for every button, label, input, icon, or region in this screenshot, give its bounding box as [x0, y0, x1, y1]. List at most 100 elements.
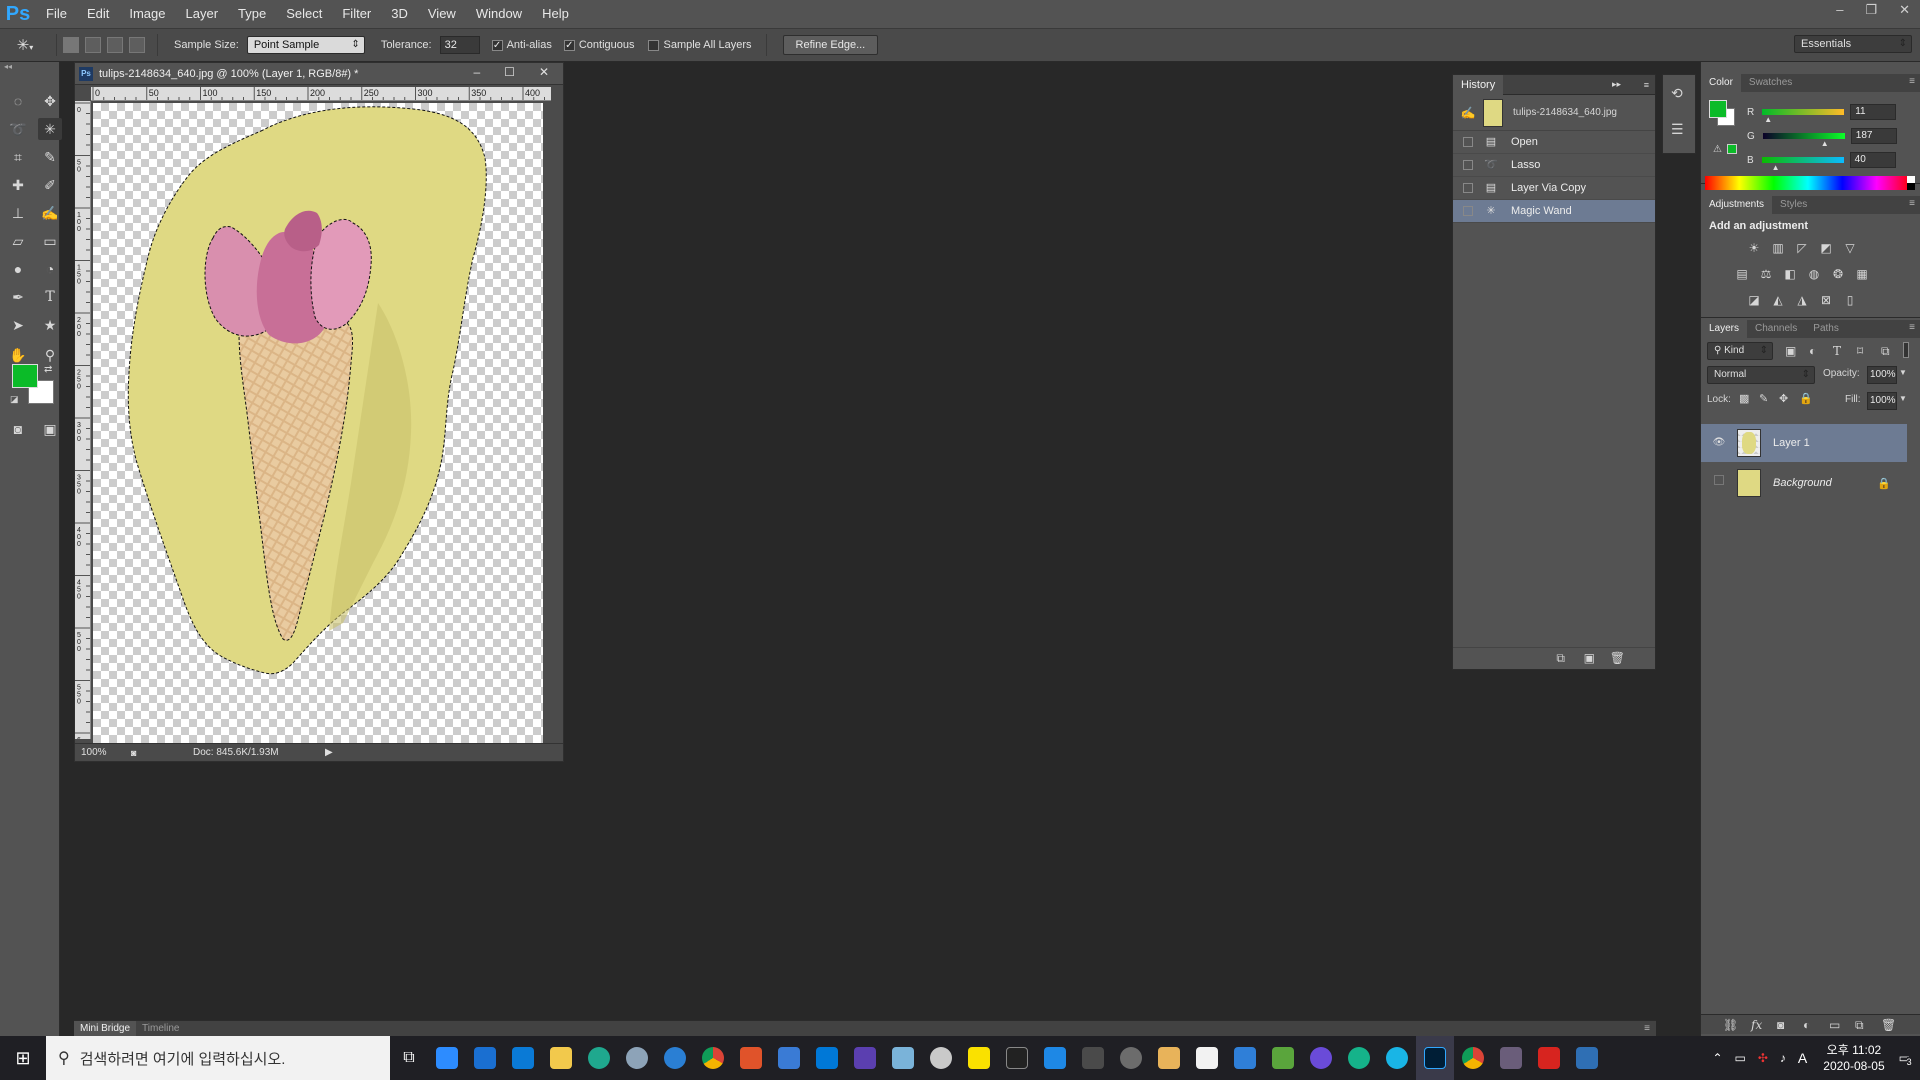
chrome-icon[interactable]: [694, 1036, 732, 1080]
move-tool-icon[interactable]: ✥: [38, 90, 62, 112]
app-icon[interactable]: [922, 1036, 960, 1080]
screen-mode-icon[interactable]: ▣: [38, 418, 62, 440]
window-app-icon[interactable]: [770, 1036, 808, 1080]
zoom-app-icon[interactable]: [428, 1036, 466, 1080]
status-info-icon[interactable]: ◙: [131, 744, 136, 762]
photoshop-taskbar-icon[interactable]: [1416, 1036, 1454, 1080]
lasso-tool-icon[interactable]: ➰: [6, 118, 30, 140]
remote-desktop-icon[interactable]: [1036, 1036, 1074, 1080]
levels-icon[interactable]: ▥: [1769, 240, 1787, 256]
clock[interactable]: 오후 11:02 2020-08-05: [1823, 1042, 1884, 1074]
contiguous-checkbox[interactable]: ✓ Contiguous: [563, 39, 634, 51]
clone-stamp-tool-icon[interactable]: ⊥: [6, 202, 30, 224]
filter-kind-dropdown[interactable]: ⚲ Kind: [1707, 342, 1773, 360]
jw-icon[interactable]: [846, 1036, 884, 1080]
notes-icon[interactable]: [884, 1036, 922, 1080]
brush-tool-icon[interactable]: ✐: [38, 174, 62, 196]
tolerance-input[interactable]: 32: [439, 36, 480, 54]
menu-window[interactable]: Window: [466, 0, 532, 28]
lock-position-icon[interactable]: ✥: [1779, 392, 1788, 405]
menu-3d[interactable]: 3D: [381, 0, 418, 28]
threshold-icon[interactable]: ◮: [1793, 292, 1811, 308]
document-title-bar[interactable]: Ps tulips-2148634_640.jpg @ 100% (Layer …: [75, 63, 563, 85]
tab-adjustments[interactable]: Adjustments: [1701, 196, 1773, 214]
vibrance-icon[interactable]: ▽: [1841, 240, 1859, 256]
close-icon[interactable]: ✕: [1899, 0, 1910, 20]
fx-icon[interactable]: fx: [1751, 1018, 1762, 1032]
quick-mask-icon[interactable]: ◙: [6, 418, 30, 440]
app-icon[interactable]: [1302, 1036, 1340, 1080]
acrobat-icon[interactable]: [1530, 1036, 1568, 1080]
blue-value-input[interactable]: 40: [1849, 152, 1896, 168]
shape-tool-icon[interactable]: ★: [38, 314, 62, 336]
history-checkbox[interactable]: [1463, 206, 1473, 216]
menu-edit[interactable]: Edit: [77, 0, 119, 28]
shape-filter-icon[interactable]: ⌑: [1857, 344, 1863, 358]
volume-icon[interactable]: ♪: [1780, 1051, 1786, 1065]
chevron-down-icon[interactable]: ▼: [1899, 394, 1907, 403]
mail-icon[interactable]: [504, 1036, 542, 1080]
tab-timeline[interactable]: Timeline: [136, 1021, 185, 1037]
sample-size-dropdown[interactable]: Point Sample: [246, 36, 365, 54]
panel-menu-icon[interactable]: ≡: [1909, 76, 1915, 87]
path-selection-tool-icon[interactable]: ➤: [6, 314, 30, 336]
gamut-warning-icon[interactable]: ⚠: [1713, 144, 1722, 155]
edge-icon[interactable]: [580, 1036, 618, 1080]
default-colors-icon[interactable]: ◪: [10, 394, 19, 405]
fill-input[interactable]: 100%: [1867, 392, 1897, 410]
tab-paths[interactable]: Paths: [1805, 320, 1847, 338]
history-checkbox[interactable]: [1463, 137, 1473, 147]
layer-row-layer-1[interactable]: 👁 Layer 1: [1701, 424, 1907, 462]
tab-mini-bridge[interactable]: Mini Bridge: [74, 1020, 137, 1037]
network-icon[interactable]: ▭: [1735, 1051, 1746, 1065]
sample-all-layers-checkbox[interactable]: Sample All Layers: [648, 39, 752, 51]
swap-colors-icon[interactable]: ⇄: [44, 364, 52, 375]
menu-filter[interactable]: Filter: [332, 0, 381, 28]
workspace-dropdown[interactable]: Essentials: [1794, 35, 1912, 53]
magic-wand-preset-icon[interactable]: ✳▾: [0, 36, 50, 54]
color-balance-icon[interactable]: ⚖: [1757, 266, 1775, 282]
layer-name[interactable]: Layer 1: [1773, 437, 1810, 449]
smart-object-filter-icon[interactable]: ⧉: [1881, 344, 1890, 359]
chevron-up-icon[interactable]: ⌃: [1712, 1051, 1722, 1065]
black-white-icon[interactable]: ◧: [1781, 266, 1799, 282]
blend-mode-dropdown[interactable]: Normal: [1707, 366, 1815, 384]
link-layers-icon[interactable]: ⛓: [1723, 1018, 1738, 1032]
new-selection-icon[interactable]: [63, 37, 79, 53]
menu-select[interactable]: Select: [276, 0, 332, 28]
add-mask-icon[interactable]: ◙: [1777, 1018, 1784, 1032]
properties-panel-icon[interactable]: ☰: [1671, 121, 1684, 138]
lock-image-icon[interactable]: ✎: [1759, 392, 1768, 405]
tab-swatches[interactable]: Swatches: [1741, 74, 1800, 92]
hand-tool-icon[interactable]: ✋: [6, 344, 30, 366]
taskbar-search[interactable]: ⚲ 검색하려면 여기에 입력하십시오.: [46, 1036, 390, 1080]
history-item[interactable]: ▤ Open: [1453, 131, 1655, 154]
image-canvas[interactable]: [93, 103, 543, 743]
snapshot-camera-icon[interactable]: ▣: [1584, 651, 1595, 665]
visibility-toggle[interactable]: [1709, 473, 1729, 493]
app-icon[interactable]: [618, 1036, 656, 1080]
app-tray-icon[interactable]: ✣: [1758, 1051, 1768, 1065]
menu-file[interactable]: File: [36, 0, 77, 28]
tab-layers[interactable]: Layers: [1701, 320, 1748, 338]
collapse-icon[interactable]: ◂◂: [0, 62, 59, 72]
zoom-tool-icon[interactable]: ⚲: [38, 344, 62, 366]
zoom-level[interactable]: 100%: [81, 744, 107, 762]
paint-icon[interactable]: [1150, 1036, 1188, 1080]
anti-alias-checkbox[interactable]: ✓ Anti-alias: [491, 39, 552, 51]
lock-transparent-icon[interactable]: ▩: [1739, 392, 1749, 405]
lock-all-icon[interactable]: 🔒: [1799, 392, 1813, 405]
blue-slider[interactable]: ▲: [1761, 157, 1844, 172]
panel-menu-icon[interactable]: ≡: [1909, 322, 1915, 333]
start-button-icon[interactable]: ⊞: [0, 1036, 46, 1080]
trash-icon[interactable]: 🗑: [1610, 651, 1625, 665]
ime-indicator[interactable]: A: [1798, 1050, 1807, 1066]
minimize-icon[interactable]: –: [473, 65, 480, 79]
history-item[interactable]: ➰ Lasso: [1453, 154, 1655, 177]
green-slider[interactable]: ▲: [1762, 133, 1845, 148]
office-icon[interactable]: [732, 1036, 770, 1080]
close-icon[interactable]: ✕: [539, 65, 549, 79]
app-icon[interactable]: [1264, 1036, 1302, 1080]
posterize-icon[interactable]: ◭: [1769, 292, 1787, 308]
new-group-icon[interactable]: ▭: [1829, 1018, 1840, 1032]
